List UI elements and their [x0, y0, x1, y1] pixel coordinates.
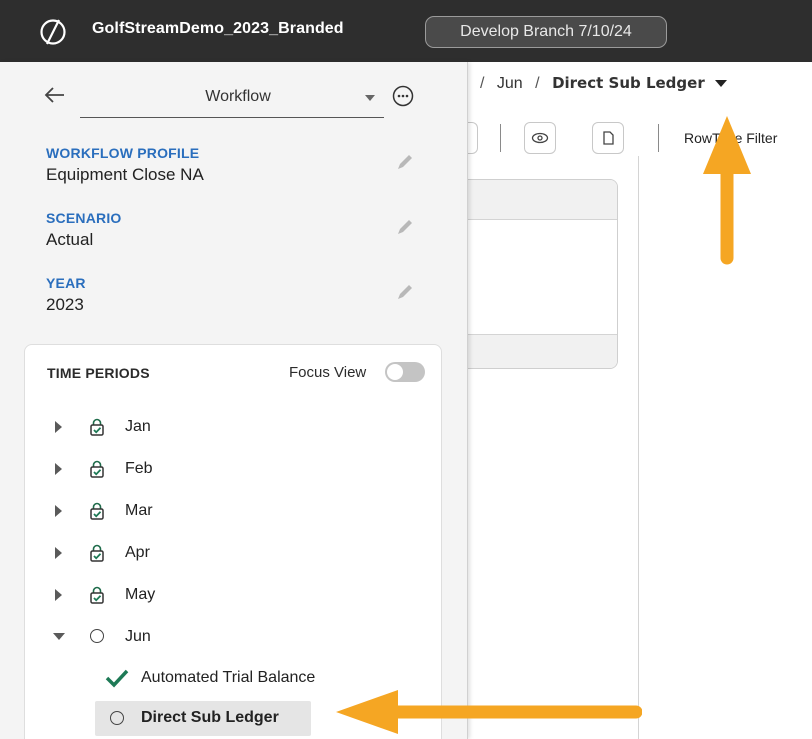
workflow-selector-label: Workflow	[205, 88, 271, 105]
lock-check-icon	[90, 586, 104, 604]
year-value: 2023	[46, 295, 84, 314]
time-periods-title: TIME PERIODS	[47, 365, 150, 381]
workflow-panel: Workflow WORKFLOW PROFILE Equipment Clos…	[0, 62, 468, 739]
chevron-down-icon	[365, 95, 375, 101]
workflow-profile-value: Equipment Close NA	[46, 165, 204, 184]
period-label: Apr	[125, 544, 150, 561]
grid-header	[468, 180, 617, 220]
toolbar: RowType Filter	[468, 120, 812, 156]
workflow-selector[interactable]: Workflow	[80, 80, 384, 118]
period-label: Jan	[125, 418, 151, 435]
lock-check-icon	[90, 544, 104, 562]
period-label: May	[125, 586, 156, 603]
toolbar-divider	[658, 124, 659, 152]
back-arrow-icon[interactable]	[42, 84, 68, 106]
period-label: Feb	[125, 460, 153, 477]
scenario-value: Actual	[46, 230, 94, 249]
period-row-mar[interactable]: Mar	[25, 491, 443, 531]
toggle-knob	[387, 364, 403, 380]
breadcrumb-period[interactable]: Jun	[497, 75, 523, 92]
period-label: Mar	[125, 502, 153, 519]
breadcrumb-separator: /	[535, 75, 540, 92]
eye-icon	[531, 132, 549, 144]
grid-footer	[468, 334, 617, 368]
lock-check-icon	[90, 460, 104, 478]
checkmark-icon	[105, 669, 129, 688]
app-title: GolfStreamDemo_2023_Branded	[92, 20, 344, 37]
app-logo-icon[interactable]	[38, 17, 68, 47]
annotation-arrow-up	[703, 116, 751, 265]
period-row-feb[interactable]: Feb	[25, 449, 443, 489]
edit-pencil-icon[interactable]	[394, 216, 416, 238]
period-row-apr[interactable]: Apr	[25, 533, 443, 573]
document-icon	[603, 131, 614, 145]
annotation-arrow-left	[336, 690, 642, 734]
expand-arrow-icon[interactable]	[55, 463, 62, 475]
expand-arrow-icon[interactable]	[55, 505, 62, 517]
workflow-profile-field: WORKFLOW PROFILE Equipment Close NA	[46, 145, 426, 185]
period-row-jan[interactable]: Jan	[25, 407, 443, 447]
workflow-profile-label: WORKFLOW PROFILE	[46, 145, 200, 161]
edit-pencil-icon[interactable]	[394, 151, 416, 173]
lock-check-icon	[90, 502, 104, 520]
period-row-jun[interactable]: Jun	[25, 617, 443, 657]
focus-view-label: Focus View	[289, 364, 367, 381]
expand-arrow-icon[interactable]	[55, 589, 62, 601]
step-label: Direct Sub Ledger	[141, 709, 279, 726]
breadcrumb: / Jun / Direct Sub Ledger	[480, 74, 728, 93]
period-label: Jun	[125, 628, 151, 645]
time-periods-card: TIME PERIODS Focus View Jan Feb Mar Apr …	[24, 344, 442, 739]
data-grid-panel	[468, 179, 618, 369]
more-options-icon[interactable]	[392, 85, 414, 107]
breadcrumb-separator: /	[480, 75, 485, 92]
focus-view-toggle[interactable]	[385, 362, 425, 382]
document-button[interactable]	[592, 122, 624, 154]
toolbar-button-partial[interactable]	[468, 122, 478, 154]
expand-arrow-icon[interactable]	[55, 547, 62, 559]
edit-pencil-icon[interactable]	[394, 281, 416, 303]
scenario-label: SCENARIO	[46, 210, 122, 226]
toolbar-divider	[500, 124, 501, 152]
view-button[interactable]	[524, 122, 556, 154]
collapse-arrow-icon[interactable]	[53, 633, 65, 640]
main-content: / Jun / Direct Sub Ledger RowType Filter	[468, 62, 812, 739]
year-label: YEAR	[46, 275, 86, 291]
caret-down-icon[interactable]	[715, 80, 728, 88]
lock-check-icon	[90, 418, 104, 436]
period-row-may[interactable]: May	[25, 575, 443, 615]
step-label: Automated Trial Balance	[141, 669, 316, 686]
app-header: GolfStreamDemo_2023_Branded Develop Bran…	[0, 0, 812, 62]
breadcrumb-current-step[interactable]: Direct Sub Ledger	[552, 74, 705, 92]
status-circle-icon	[110, 711, 124, 725]
scenario-field: SCENARIO Actual	[46, 210, 426, 250]
pane-divider	[638, 156, 639, 739]
branch-badge[interactable]: Develop Branch 7/10/24	[425, 16, 667, 48]
status-circle-icon	[90, 629, 104, 643]
expand-arrow-icon[interactable]	[55, 421, 62, 433]
year-field: YEAR 2023	[46, 275, 426, 315]
